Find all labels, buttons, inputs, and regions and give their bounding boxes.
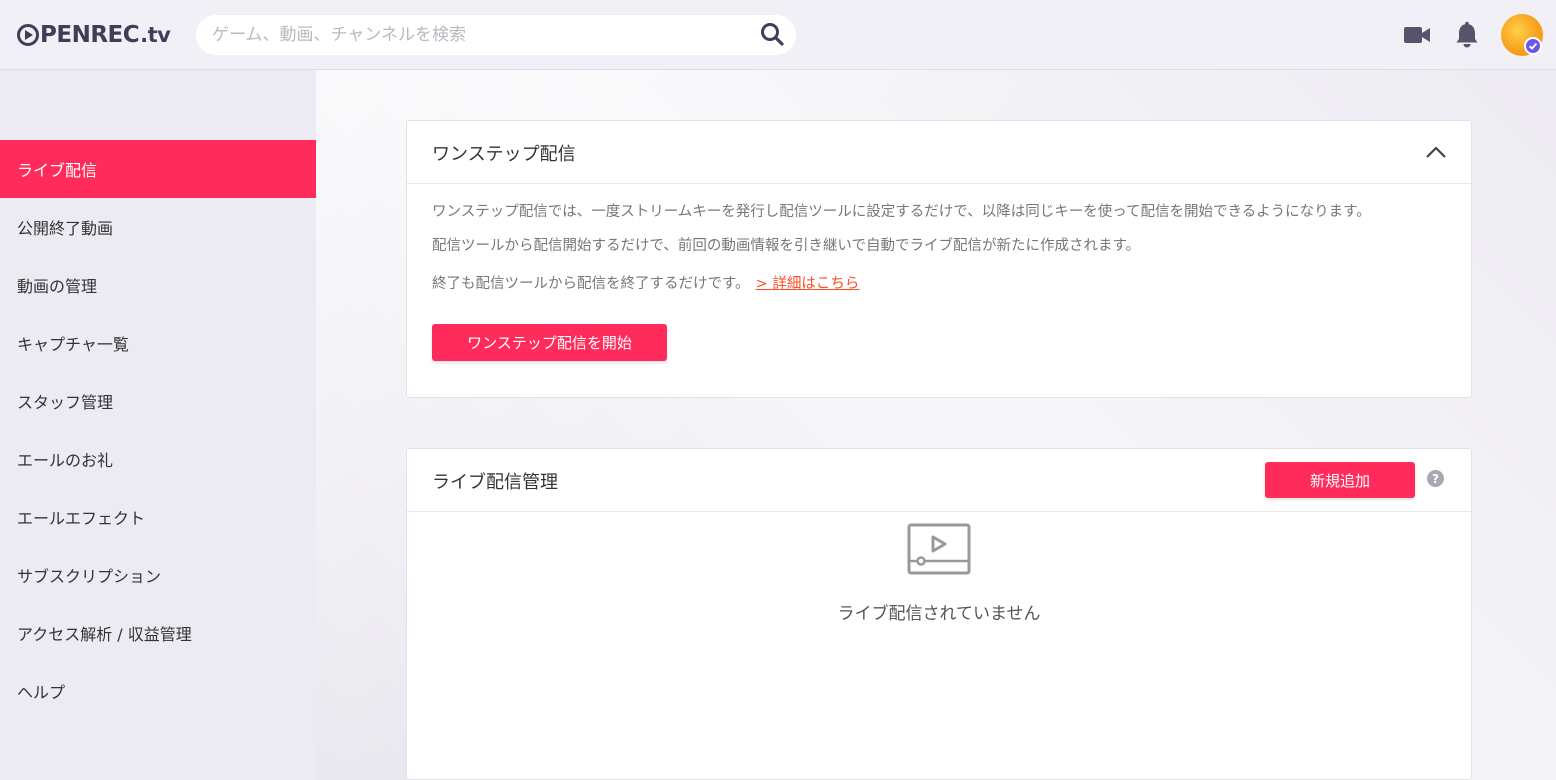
sidebar-item-analytics[interactable]: アクセス解析 / 収益管理 xyxy=(0,604,316,662)
sidebar-item-label: サブスクリプション xyxy=(17,567,162,586)
start-onestep-button[interactable]: ワンステップ配信を開始 xyxy=(432,324,667,361)
empty-state-text: ライブ配信されていません xyxy=(837,604,1041,624)
onestep-card: ワンステップ配信 ワンステップ配信では、一度ストリームキーを発行し配信ツールに設… xyxy=(406,120,1472,398)
sidebar-item-yell-thanks[interactable]: エールのお礼 xyxy=(0,430,316,488)
logo-text: PENREC xyxy=(40,22,140,48)
sidebar-item-ended-videos[interactable]: 公開終了動画 xyxy=(0,198,316,256)
sidebar-item-label: キャプチャ一覧 xyxy=(17,335,129,354)
detail-link[interactable]: > 詳細はこちら xyxy=(756,276,860,292)
sidebar-item-staff[interactable]: スタッフ管理 xyxy=(0,372,316,430)
onestep-desc-1: ワンステップ配信では、一度ストリームキーを発行し配信ツールに設定するだけで、以降… xyxy=(432,204,1371,220)
bell-icon[interactable] xyxy=(1454,21,1480,49)
sidebar-item-yell-effect[interactable]: エールエフェクト xyxy=(0,488,316,546)
search-bar xyxy=(196,15,796,55)
verified-badge-icon xyxy=(1524,37,1542,55)
search-icon[interactable] xyxy=(759,21,785,47)
sidebar-item-label: ライブ配信 xyxy=(17,161,98,180)
video-player-icon xyxy=(907,523,971,575)
sidebar-item-label: 動画の管理 xyxy=(17,277,98,296)
video-camera-icon[interactable] xyxy=(1403,23,1431,47)
onestep-desc-2: 配信ツールから配信開始するだけで、前回の動画情報を引き継いで自動でライブ配信が新… xyxy=(432,238,1141,254)
sidebar-item-label: スタッフ管理 xyxy=(17,393,114,412)
top-header: PENREC .tv xyxy=(0,0,1556,70)
live-manage-title: ライブ配信管理 xyxy=(432,472,558,493)
sidebar-item-live[interactable]: ライブ配信 xyxy=(0,140,316,198)
onestep-desc-3: 終了も配信ツールから配信を終了するだけです。 xyxy=(432,276,750,292)
sidebar-item-label: ヘルプ xyxy=(17,683,66,702)
sidebar-item-help[interactable]: ヘルプ xyxy=(0,662,316,720)
play-logo-icon xyxy=(17,24,39,46)
search-input[interactable] xyxy=(196,15,756,55)
onestep-card-header: ワンステップ配信 xyxy=(407,121,1471,184)
logo-tv-text: .tv xyxy=(140,23,171,47)
sidebar-item-label: エールのお礼 xyxy=(17,451,114,470)
sidebar-item-label: 公開終了動画 xyxy=(17,219,114,238)
sidebar-item-video-management[interactable]: 動画の管理 xyxy=(0,256,316,314)
onestep-title: ワンステップ配信 xyxy=(432,144,576,165)
checkmark-icon xyxy=(1528,42,1538,50)
sidebar-item-captures[interactable]: キャプチャ一覧 xyxy=(0,314,316,372)
sidebar-item-label: エールエフェクト xyxy=(17,509,146,528)
live-manage-card-header: ライブ配信管理 新規追加 ? xyxy=(407,449,1471,512)
sidebar-item-subscription[interactable]: サブスクリプション xyxy=(0,546,316,604)
live-manage-card: ライブ配信管理 新規追加 ? ライブ配信されていません xyxy=(406,448,1472,780)
add-new-button[interactable]: 新規追加 xyxy=(1265,462,1415,498)
openrec-logo[interactable]: PENREC .tv xyxy=(17,21,171,49)
sidebar-item-label: アクセス解析 / 収益管理 xyxy=(17,625,192,644)
help-icon[interactable]: ? xyxy=(1427,470,1444,487)
chevron-up-icon[interactable] xyxy=(1425,143,1447,161)
sidebar-nav: ライブ配信 公開終了動画 動画の管理 キャプチャ一覧 スタッフ管理 エールのお礼… xyxy=(0,70,316,780)
onestep-desc-3-row: 終了も配信ツールから配信を終了するだけです。 > 詳細はこちら xyxy=(432,272,859,293)
